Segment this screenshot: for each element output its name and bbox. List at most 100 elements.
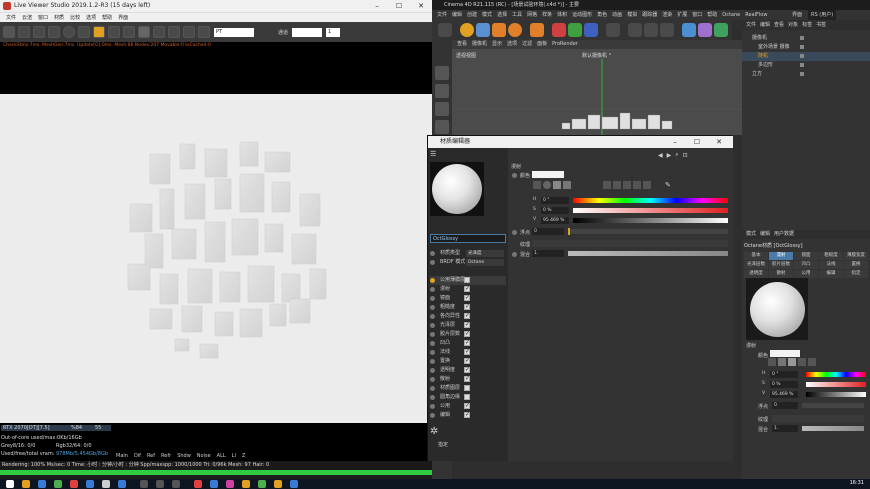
color-swatch[interactable] <box>532 171 564 178</box>
taskbar-app-icon[interactable] <box>274 480 282 488</box>
animate-dot-icon[interactable] <box>430 386 435 391</box>
subdivision-icon[interactable] <box>714 23 728 37</box>
animate-dot-icon[interactable] <box>430 296 435 301</box>
menu-hamburger-icon[interactable]: ☰ <box>430 150 436 158</box>
animate-dot-icon[interactable] <box>430 368 435 373</box>
float-slider[interactable] <box>568 229 728 234</box>
animate-dot-icon[interactable] <box>430 314 435 319</box>
animate-dot-icon[interactable] <box>430 359 435 364</box>
minimize-button[interactable]: – <box>366 0 388 12</box>
settings-gear-icon[interactable] <box>63 26 75 38</box>
animate-dot-icon[interactable] <box>512 173 517 178</box>
animate-dot-icon[interactable] <box>430 404 435 409</box>
taskbar-app-icon[interactable] <box>210 480 218 488</box>
menu-help[interactable]: 帮助 <box>102 13 112 23</box>
pass-tab-dif[interactable]: Dif <box>134 453 141 459</box>
attr-tab-scatter[interactable]: 散射 <box>769 270 793 278</box>
attr-tab-normal[interactable]: 法线 <box>819 261 843 269</box>
premiere-icon[interactable] <box>226 480 234 488</box>
animate-dot-icon[interactable] <box>430 413 435 418</box>
pass-tab-main[interactable]: Main <box>116 453 128 459</box>
object-row[interactable]: 室外场景 摄像 <box>742 43 870 52</box>
pause-icon[interactable] <box>33 26 45 38</box>
animate-dot-icon[interactable] <box>430 278 435 283</box>
taskbar-app-icon[interactable] <box>290 480 298 488</box>
channel-checkbox[interactable] <box>464 277 470 283</box>
pass-tab-ref[interactable]: Ref <box>147 453 155 459</box>
menu-cloud[interactable]: 云渲 <box>22 13 32 23</box>
animate-dot-icon[interactable] <box>430 332 435 337</box>
render-viewport[interactable] <box>0 94 432 423</box>
clay-icon[interactable] <box>138 26 150 38</box>
menu-interface[interactable]: 界面 <box>118 13 128 23</box>
object-row[interactable]: 随机 <box>742 52 870 61</box>
menu-window[interactable]: 窗口 <box>38 13 48 23</box>
channel-checkbox[interactable] <box>464 385 470 391</box>
restart-icon[interactable] <box>18 26 30 38</box>
attr-color-swatch[interactable] <box>770 350 800 357</box>
kelvin-icon[interactable] <box>623 181 631 189</box>
image-icon[interactable] <box>788 358 796 366</box>
channel-checkbox[interactable] <box>464 401 470 410</box>
rotate-icon[interactable] <box>508 23 522 37</box>
attr-mix-slider[interactable] <box>802 426 864 431</box>
attr-tab-common[interactable]: 公用 <box>794 270 818 278</box>
vp-menu-options[interactable]: 选项 <box>507 40 517 49</box>
attr-tab-basic[interactable]: 基本 <box>744 252 768 260</box>
attr-tab-gloss-layers[interactable]: 光泽层数 <box>744 261 768 269</box>
c4d-menu-volume[interactable]: 体积 <box>557 10 567 20</box>
me-maximize-button[interactable]: ☐ <box>686 136 708 148</box>
render-picture-icon[interactable] <box>644 23 658 37</box>
focus-icon[interactable] <box>168 26 180 38</box>
animate-dot-icon[interactable] <box>430 251 435 256</box>
attr-tab-assign[interactable]: 指定 <box>844 270 868 278</box>
channel-checkbox[interactable] <box>464 394 470 400</box>
h-field[interactable]: 0 ° <box>541 197 569 204</box>
c4d-menu-mograph[interactable]: 运动图形 <box>572 10 592 20</box>
c4d-menu-help[interactable]: 帮助 <box>707 10 717 20</box>
c4d-taskbar-icon[interactable] <box>140 480 148 488</box>
lock-icon[interactable]: ⊡ <box>683 152 688 159</box>
image-icon[interactable] <box>563 181 571 189</box>
attr-tab-opacity[interactable]: 透明度 <box>744 270 768 278</box>
channel-checkbox[interactable] <box>464 320 470 329</box>
visibility-toggle[interactable] <box>800 72 804 76</box>
channel-checkbox[interactable] <box>464 410 470 419</box>
back-arrow-icon[interactable]: ◀ <box>658 152 663 159</box>
attr-s-field[interactable]: 0 % <box>770 381 798 388</box>
maximize-button[interactable]: ☐ <box>388 0 410 12</box>
om-menu-bookmarks[interactable]: 书签 <box>816 20 826 30</box>
attr-tab-diffuse[interactable]: 漫射 <box>769 252 793 260</box>
pass-tab-refr[interactable]: Refr <box>161 453 171 459</box>
zoom-icon[interactable] <box>183 26 195 38</box>
attr-mix-field[interactable]: 1. <box>772 425 798 432</box>
attr-menu-mode[interactable]: 模式 <box>746 230 756 239</box>
channel-checkbox[interactable] <box>464 284 470 293</box>
coordinate-icon[interactable] <box>606 23 620 37</box>
menu-compare[interactable]: 比较 <box>70 13 80 23</box>
object-row[interactable]: 立方 <box>742 70 870 79</box>
animate-dot-icon[interactable] <box>430 377 435 382</box>
channel-checkbox[interactable] <box>464 329 470 338</box>
animate-dot-icon[interactable] <box>430 305 435 310</box>
object-row[interactable]: 摄像机 <box>742 34 870 43</box>
c4d-viewport[interactable]: 透视视图 默认摄像机 ° <box>452 49 742 135</box>
c4d-menu-tracker[interactable]: 跟踪器 <box>642 10 657 20</box>
eyedropper-icon[interactable]: ✎ <box>665 181 673 189</box>
attr-tab-bump[interactable]: 凹凸 <box>794 261 818 269</box>
c4d-menu-window[interactable]: 窗口 <box>692 10 702 20</box>
attr-tab-editor[interactable]: 编辑 <box>819 270 843 278</box>
mix-slider[interactable] <box>568 251 728 256</box>
float-slider-handle[interactable] <box>568 228 570 235</box>
animate-dot-icon[interactable] <box>430 323 435 328</box>
animate-dot-icon[interactable] <box>512 230 517 235</box>
layout-select[interactable]: RS (用户) <box>808 10 837 20</box>
color-picker-icon[interactable] <box>533 181 541 189</box>
render-view-icon[interactable] <box>628 23 642 37</box>
attr-h-field[interactable]: 0 ° <box>770 371 798 378</box>
attr-v-slider[interactable] <box>806 392 866 397</box>
visibility-toggle[interactable] <box>800 54 804 58</box>
recent-icon[interactable] <box>530 23 544 37</box>
float-field[interactable]: 0 <box>532 228 564 235</box>
cube-icon[interactable] <box>682 23 696 37</box>
